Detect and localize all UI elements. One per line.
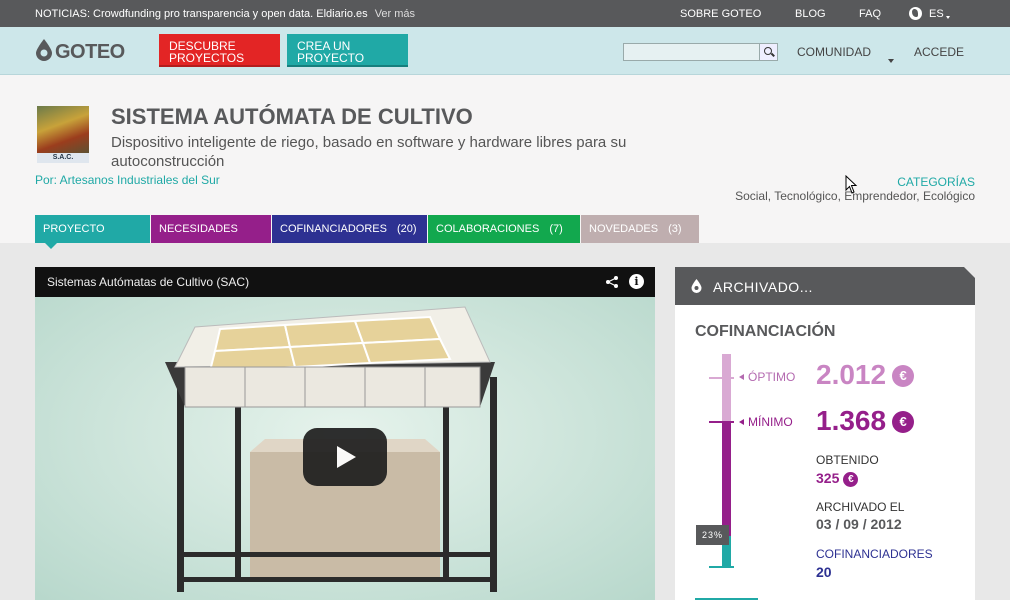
obtenido-amount: 325 € — [816, 470, 859, 487]
search-box — [623, 43, 778, 61]
language-selector[interactable]: ES — [929, 8, 944, 20]
search-icon[interactable] — [759, 44, 777, 60]
tab-necesidades[interactable]: NECESIDADES — [151, 215, 271, 243]
project-status-header: ARCHIVADO... — [675, 267, 975, 305]
thermometer-optimum-segment — [722, 354, 731, 421]
share-icon[interactable] — [605, 276, 619, 288]
tab-proyecto[interactable]: PROYECTO — [35, 215, 150, 249]
chevron-down-icon[interactable] — [888, 59, 894, 63]
funding-sidebar: ARCHIVADO... COFINANCIACIÓN 23% ÓPTIMO M… — [675, 267, 975, 600]
project-image-label: S.A.C. — [37, 153, 89, 163]
news-ticker[interactable]: NOTICIAS: Crowdfunding pro transparencia… — [35, 8, 415, 20]
optimo-amount-value: 2.012 — [816, 359, 887, 390]
video-title-bar: Sistemas Autómatas de Cultivo (SAC) — [35, 267, 655, 297]
tab-cofinanciadores[interactable]: COFINANCIADORES (20) — [272, 215, 427, 243]
tab-count: (3) — [668, 223, 682, 235]
project-author-link[interactable]: Por: Artesanos Industriales del Sur — [35, 173, 220, 187]
minimo-label-text: MÍNIMO — [748, 415, 793, 429]
news-more-link[interactable]: Ver más — [375, 8, 415, 20]
top-link-sobre-goteo[interactable]: SOBRE GOTEO — [680, 8, 761, 20]
tab-label: PROYECTO — [43, 223, 105, 235]
top-link-blog[interactable]: BLOG — [795, 8, 826, 20]
archivado-date: 03 / 09 / 2012 — [816, 516, 902, 532]
minimo-amount-value: 1.368 — [816, 405, 887, 436]
project-image[interactable]: S.A.C. — [37, 106, 89, 163]
goteo-drop-icon[interactable] — [35, 39, 53, 61]
goteo-drop-icon — [691, 279, 702, 293]
cofinanciacion-title: COFINANCIACIÓN — [695, 323, 836, 340]
euro-icon: € — [892, 411, 915, 433]
project-title: SISTEMA AUTÓMATA DE CULTIVO — [111, 104, 473, 129]
goteo-logo[interactable]: GOTEO — [55, 41, 125, 64]
info-icon[interactable]: i — [629, 274, 644, 289]
cofinanciadores-label: COFINANCIADORES — [816, 547, 933, 561]
project-status: ARCHIVADO... — [713, 279, 813, 295]
news-text[interactable]: NOTICIAS: Crowdfunding pro transparencia… — [35, 8, 368, 20]
search-input[interactable] — [624, 44, 760, 60]
top-bar: NOTICIAS: Crowdfunding pro transparencia… — [0, 0, 1010, 27]
optimo-label: ÓPTIMO — [739, 370, 795, 384]
cofinanciadores-count: 20 — [816, 564, 832, 580]
descubre-proyectos-button[interactable]: DESCUBRE PROYECTOS — [159, 34, 280, 67]
top-link-faq[interactable]: FAQ — [859, 8, 881, 20]
optimo-label-text: ÓPTIMO — [748, 370, 796, 384]
tab-novedades[interactable]: NOVEDADES (3) — [581, 215, 699, 243]
tab-count: (7) — [549, 223, 563, 235]
main-header: GOTEO DESCUBRE PROYECTOS CREA UN PROYECT… — [0, 27, 1010, 75]
video-title[interactable]: Sistemas Autómatas de Cultivo (SAC) — [47, 275, 249, 289]
tab-colaboraciones[interactable]: COLABORACIONES (7) — [428, 215, 580, 243]
minimo-amount: 1.368 € — [816, 405, 915, 437]
accede-link[interactable]: ACCEDE — [914, 45, 964, 59]
chevron-down-icon[interactable] — [946, 16, 950, 19]
globe-icon[interactable] — [909, 7, 922, 20]
corner-fold — [964, 267, 975, 278]
crea-proyecto-button[interactable]: CREA UN PROYECTO — [287, 34, 408, 67]
minimo-label: MÍNIMO — [739, 415, 793, 429]
comunidad-menu[interactable]: COMUNIDAD — [797, 45, 871, 59]
base-tick — [709, 566, 734, 568]
play-button[interactable] — [303, 428, 387, 486]
optimo-amount: 2.012 € — [816, 359, 915, 391]
tab-count: (20) — [396, 223, 417, 235]
progress-percent-badge: 23% — [696, 525, 729, 545]
mouse-cursor-icon — [845, 175, 858, 194]
minimum-tick — [709, 421, 734, 423]
obtenido-amount-value: 325 — [816, 470, 840, 486]
project-video[interactable]: Sistemas Autómatas de Cultivo (SAC) i — [35, 267, 655, 600]
tab-label: NOVEDADES — [589, 223, 659, 235]
triangle-left-icon — [739, 374, 744, 380]
tab-label: COFINANCIADORES — [280, 223, 387, 235]
optimum-tick — [709, 377, 734, 379]
tab-label: COLABORACIONES — [436, 223, 540, 235]
euro-icon: € — [892, 365, 915, 387]
categories-label: CATEGORÍAS — [897, 175, 975, 189]
triangle-left-icon — [739, 419, 744, 425]
obtenido-label: OBTENIDO — [816, 453, 879, 467]
project-subtitle: Dispositivo inteligente de riego, basado… — [111, 134, 627, 170]
tab-label: NECESIDADES — [159, 223, 238, 235]
archivado-label: ARCHIVADO EL — [816, 500, 905, 514]
euro-icon: € — [843, 472, 859, 487]
thermometer-minimum-segment — [722, 421, 731, 536]
